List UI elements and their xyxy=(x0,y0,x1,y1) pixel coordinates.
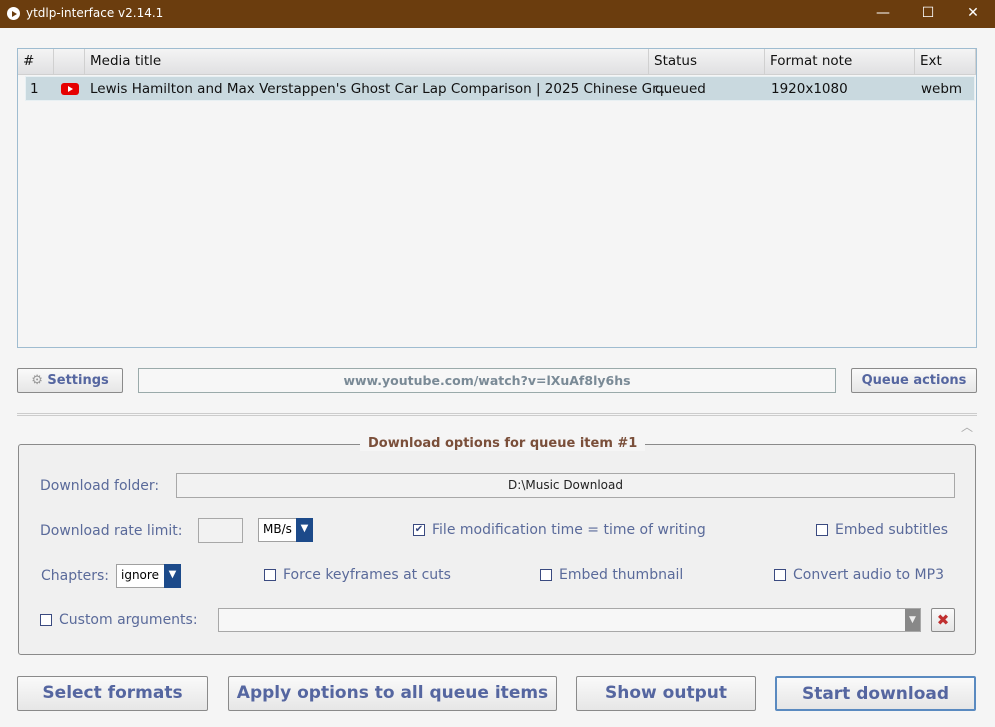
row-ext: webm xyxy=(921,81,963,97)
queue-table[interactable]: # Media title Status Format note Ext 1 L… xyxy=(17,48,977,348)
convert-mp3-checkbox[interactable] xyxy=(774,569,786,581)
column-header-icon[interactable] xyxy=(54,49,85,75)
custom-args-input[interactable] xyxy=(218,608,921,632)
chevron-down-icon[interactable]: ▼ xyxy=(164,564,181,588)
download-folder-field[interactable]: D:\Music Download xyxy=(176,473,955,498)
table-row[interactable]: 1 Lewis Hamilton and Max Verstappen's Gh… xyxy=(25,76,975,101)
row-format-note: 1920x1080 xyxy=(771,81,848,97)
close-button[interactable]: ✕ xyxy=(958,3,988,23)
maximize-button[interactable]: ☐ xyxy=(913,3,943,23)
window-title: ytdlp-interface v2.14.1 xyxy=(26,6,164,20)
embed-subtitles-label[interactable]: Embed subtitles xyxy=(835,522,948,538)
settings-button[interactable]: ⚙ Settings xyxy=(17,368,123,393)
chapters-label: Chapters: xyxy=(41,568,109,584)
embed-subtitles-checkbox[interactable] xyxy=(816,524,828,536)
settings-label: Settings xyxy=(47,373,109,388)
custom-args-label[interactable]: Custom arguments: xyxy=(59,612,198,628)
chevron-down-icon[interactable]: ▼ xyxy=(296,518,313,542)
chapters-value: ignore xyxy=(121,568,159,582)
row-title: Lewis Hamilton and Max Verstappen's Ghos… xyxy=(90,81,670,97)
app-icon xyxy=(7,7,20,20)
minimize-button[interactable]: — xyxy=(868,3,898,23)
apply-options-all-button[interactable]: Apply options to all queue items xyxy=(228,676,557,711)
column-header-status[interactable]: Status xyxy=(649,49,765,75)
column-header-ext[interactable]: Ext xyxy=(915,49,976,75)
column-header-number[interactable]: # xyxy=(18,49,54,75)
custom-args-dropdown-icon[interactable]: ▼ xyxy=(905,609,920,631)
start-download-button[interactable]: Start download xyxy=(775,676,976,711)
clear-args-button[interactable]: ✖ xyxy=(931,608,955,632)
collapse-chevron-icon[interactable]: ︿ xyxy=(961,418,973,435)
column-header-format-note[interactable]: Format note xyxy=(765,49,915,75)
rate-limit-label: Download rate limit: xyxy=(40,523,183,539)
embed-thumbnail-label[interactable]: Embed thumbnail xyxy=(559,567,683,583)
queue-actions-button[interactable]: Queue actions xyxy=(851,368,977,393)
group-legend: Download options for queue item #1 xyxy=(360,436,646,451)
file-mod-time-label[interactable]: File modification time = time of writing xyxy=(432,522,706,538)
select-formats-button[interactable]: Select formats xyxy=(17,676,208,711)
force-keyframes-checkbox[interactable] xyxy=(264,569,276,581)
rate-unit-value: MB/s xyxy=(263,522,292,536)
separator xyxy=(17,413,977,416)
column-header-title[interactable]: Media title xyxy=(85,49,649,75)
close-icon: ✖ xyxy=(936,611,950,629)
youtube-icon xyxy=(61,83,79,95)
convert-mp3-label[interactable]: Convert audio to MP3 xyxy=(793,567,944,583)
custom-args-checkbox[interactable] xyxy=(40,614,52,626)
title-bar: ytdlp-interface v2.14.1 — ☐ ✕ xyxy=(0,0,995,28)
file-mod-time-checkbox[interactable]: ✔ xyxy=(413,524,425,536)
url-input[interactable]: www.youtube.com/watch?v=lXuAf8ly6hs xyxy=(138,368,836,393)
embed-thumbnail-checkbox[interactable] xyxy=(540,569,552,581)
download-folder-label: Download folder: xyxy=(40,478,160,494)
row-number: 1 xyxy=(30,81,39,97)
row-status: queued xyxy=(655,81,706,97)
gear-icon: ⚙ xyxy=(31,373,43,388)
show-output-button[interactable]: Show output xyxy=(576,676,756,711)
force-keyframes-label[interactable]: Force keyframes at cuts xyxy=(283,567,451,583)
rate-limit-input[interactable] xyxy=(198,518,243,543)
chapters-select[interactable]: ignore ▼ xyxy=(116,564,181,588)
rate-unit-select[interactable]: MB/s ▼ xyxy=(258,518,313,542)
